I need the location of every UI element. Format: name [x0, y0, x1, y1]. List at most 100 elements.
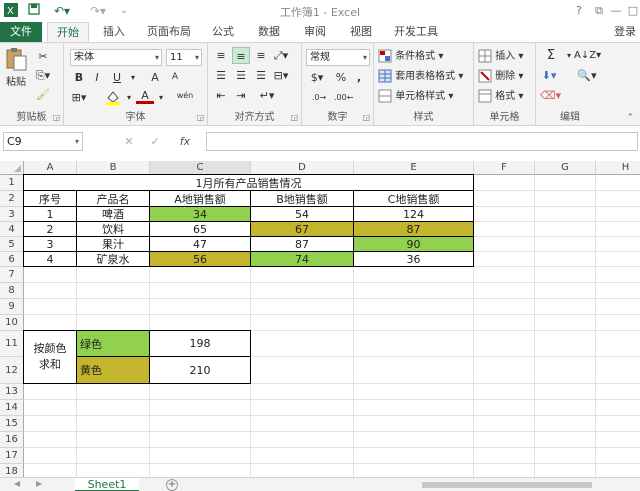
tab-page-layout[interactable]: 页面布局: [141, 22, 197, 42]
column-header-c[interactable]: C: [150, 161, 251, 175]
increase-indent-icon[interactable]: ⇥: [232, 87, 250, 104]
table-cell[interactable]: 47: [150, 237, 251, 252]
cell[interactable]: [535, 267, 596, 283]
cell[interactable]: [535, 252, 596, 267]
percent-button[interactable]: %: [332, 69, 350, 86]
table-cell[interactable]: 果汁: [77, 237, 150, 252]
cell[interactable]: [596, 416, 640, 432]
tab-file[interactable]: 文件: [0, 22, 42, 42]
row-header-15[interactable]: 15: [0, 416, 24, 432]
row-header-10[interactable]: 10: [0, 315, 24, 331]
bottom-align-icon[interactable]: ≡: [252, 47, 270, 64]
row-header-11[interactable]: 11: [0, 331, 24, 357]
cell[interactable]: [251, 464, 354, 477]
row-header-4[interactable]: 4: [0, 222, 24, 237]
currency-icon[interactable]: $▾: [306, 69, 328, 86]
cell[interactable]: [77, 416, 150, 432]
cell[interactable]: [251, 384, 354, 400]
table-header[interactable]: C地销售额: [354, 191, 474, 207]
row-header-1[interactable]: 1: [0, 175, 24, 191]
cell[interactable]: [474, 384, 535, 400]
table-cell[interactable]: 饮料: [77, 222, 150, 237]
wrap-text-icon[interactable]: ↵▾: [258, 87, 276, 104]
column-header-d[interactable]: D: [251, 161, 354, 175]
cell[interactable]: [77, 400, 150, 416]
cell[interactable]: [474, 400, 535, 416]
cell[interactable]: [77, 448, 150, 464]
cell[interactable]: [596, 315, 640, 331]
cell[interactable]: [596, 267, 640, 283]
cell[interactable]: [251, 331, 354, 357]
cell[interactable]: [354, 331, 474, 357]
alignment-launcher-icon[interactable]: ◲: [290, 113, 298, 122]
number-launcher-icon[interactable]: ◲: [362, 113, 370, 122]
delete-cells-button[interactable]: 删除 ▾: [478, 69, 523, 84]
cell[interactable]: [596, 207, 640, 222]
decrease-indent-icon[interactable]: ⇤: [212, 87, 230, 104]
table-cell[interactable]: 67: [251, 222, 354, 237]
table-cell[interactable]: 90: [354, 237, 474, 252]
cell[interactable]: [150, 464, 251, 477]
number-format-select[interactable]: 常规 ▾: [306, 49, 370, 66]
cell[interactable]: [251, 416, 354, 432]
cell[interactable]: [535, 400, 596, 416]
table-cell[interactable]: 啤酒: [77, 207, 150, 222]
conditional-format-button[interactable]: 条件格式 ▾: [378, 49, 443, 64]
tab-home[interactable]: 开始: [47, 22, 89, 42]
cell[interactable]: [24, 267, 77, 283]
sheet-tab-sheet1[interactable]: Sheet1: [75, 478, 139, 491]
table-cell[interactable]: 3: [24, 237, 77, 252]
cell[interactable]: [596, 222, 640, 237]
cell[interactable]: [150, 315, 251, 331]
prev-sheet-icon[interactable]: ◀: [14, 479, 20, 488]
cut-icon[interactable]: ✂: [34, 48, 52, 65]
cell[interactable]: [596, 432, 640, 448]
table-cell[interactable]: 36: [354, 252, 474, 267]
bold-button[interactable]: B: [70, 69, 88, 86]
decrease-decimal-icon[interactable]: .00←: [334, 89, 353, 106]
add-sheet-icon[interactable]: +: [166, 479, 178, 491]
cell[interactable]: [354, 315, 474, 331]
cell[interactable]: [474, 299, 535, 315]
cell[interactable]: [77, 283, 150, 299]
cell[interactable]: [474, 331, 535, 357]
cell[interactable]: [596, 299, 640, 315]
clear-icon[interactable]: ⌫▾: [540, 87, 561, 104]
cell[interactable]: [474, 315, 535, 331]
tab-formulas[interactable]: 公式: [205, 22, 241, 42]
cell[interactable]: [150, 299, 251, 315]
cell[interactable]: [596, 175, 640, 191]
cell[interactable]: [474, 267, 535, 283]
row-header-2[interactable]: 2: [0, 191, 24, 207]
cell[interactable]: [474, 252, 535, 267]
decrease-font-button[interactable]: A: [166, 69, 184, 86]
cell[interactable]: [24, 384, 77, 400]
font-color-dropdown-icon[interactable]: ▾: [152, 89, 170, 106]
insert-cells-button[interactable]: 插入 ▾: [478, 49, 523, 64]
cell[interactable]: [354, 416, 474, 432]
cell[interactable]: [596, 237, 640, 252]
cell[interactable]: [596, 464, 640, 477]
align-left-icon[interactable]: ☰: [212, 67, 230, 84]
cell[interactable]: [251, 357, 354, 384]
format-as-table-button[interactable]: 套用表格格式 ▾: [378, 69, 463, 84]
table-header[interactable]: A地销售额: [150, 191, 251, 207]
formula-input[interactable]: [206, 132, 638, 151]
cell[interactable]: [77, 432, 150, 448]
cell[interactable]: [474, 464, 535, 477]
cell[interactable]: [596, 357, 640, 384]
table-title[interactable]: 1月所有产品销售情况: [24, 175, 474, 191]
cell[interactable]: [24, 315, 77, 331]
green-label[interactable]: 绿色: [77, 331, 150, 357]
table-cell[interactable]: 4: [24, 252, 77, 267]
cell[interactable]: [354, 432, 474, 448]
row-header-5[interactable]: 5: [0, 237, 24, 252]
table-cell[interactable]: 1: [24, 207, 77, 222]
orientation-icon[interactable]: ⤢▾: [272, 47, 290, 64]
align-center-icon[interactable]: ☰: [232, 67, 250, 84]
borders-icon[interactable]: ⊞▾: [70, 89, 88, 106]
table-cell[interactable]: 87: [354, 222, 474, 237]
cell[interactable]: [354, 283, 474, 299]
cell[interactable]: [24, 432, 77, 448]
cell[interactable]: [474, 416, 535, 432]
